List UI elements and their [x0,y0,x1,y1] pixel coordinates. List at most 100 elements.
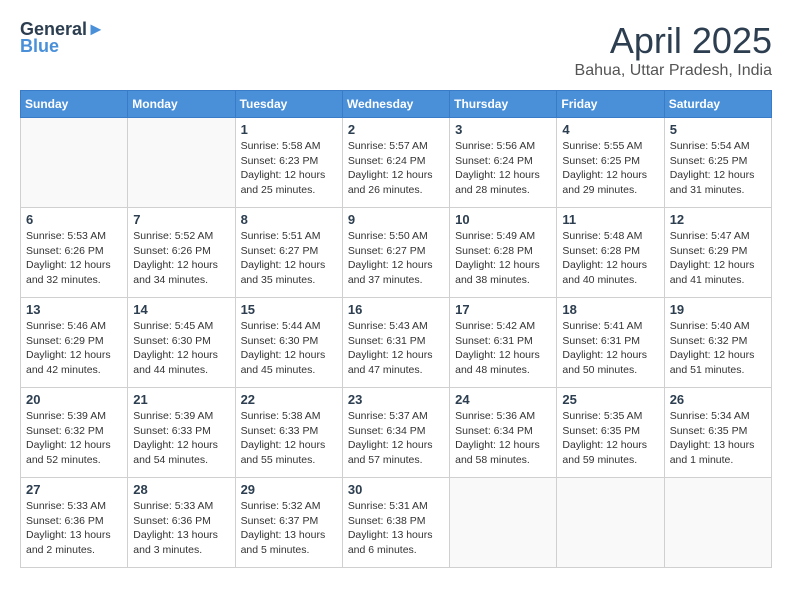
day-number: 14 [133,302,229,317]
day-cell: 30 Sunrise: 5:31 AM Sunset: 6:38 PM Dayli… [342,478,449,568]
day-number: 3 [455,122,551,137]
day-info: Sunrise: 5:49 AM Sunset: 6:28 PM Dayligh… [455,229,551,288]
day-info: Sunrise: 5:51 AM Sunset: 6:27 PM Dayligh… [241,229,337,288]
day-cell [128,118,235,208]
day-number: 1 [241,122,337,137]
day-cell: 19 Sunrise: 5:40 AM Sunset: 6:32 PM Dayli… [664,298,771,388]
day-number: 13 [26,302,122,317]
day-info: Sunrise: 5:40 AM Sunset: 6:32 PM Dayligh… [670,319,766,378]
day-cell: 8 Sunrise: 5:51 AM Sunset: 6:27 PM Daylig… [235,208,342,298]
day-info: Sunrise: 5:36 AM Sunset: 6:34 PM Dayligh… [455,409,551,468]
header-cell-sunday: Sunday [21,91,128,118]
day-cell: 4Sunrise: 5:55 AM Sunset: 6:25 PM Daylig… [557,118,664,208]
header-row: SundayMondayTuesdayWednesdayThursdayFrid… [21,91,772,118]
day-cell: 7Sunrise: 5:52 AM Sunset: 6:26 PM Daylig… [128,208,235,298]
day-cell [664,478,771,568]
week-row-3: 13 Sunrise: 5:46 AM Sunset: 6:29 PM Dayli… [21,298,772,388]
day-cell: 13 Sunrise: 5:46 AM Sunset: 6:29 PM Dayli… [21,298,128,388]
day-cell: 23 Sunrise: 5:37 AM Sunset: 6:34 PM Dayli… [342,388,449,478]
day-info: Sunrise: 5:41 AM Sunset: 6:31 PM Dayligh… [562,319,658,378]
day-cell: 11 Sunrise: 5:48 AM Sunset: 6:28 PM Dayli… [557,208,664,298]
day-number: 7 [133,212,229,227]
day-cell: 27Sunrise: 5:33 AM Sunset: 6:36 PM Dayli… [21,478,128,568]
header-cell-thursday: Thursday [450,91,557,118]
day-cell: 21 Sunrise: 5:39 AM Sunset: 6:33 PM Dayli… [128,388,235,478]
day-number: 18 [562,302,658,317]
day-info: Sunrise: 5:39 AM Sunset: 6:33 PM Dayligh… [133,409,229,468]
day-info: Sunrise: 5:43 AM Sunset: 6:31 PM Dayligh… [348,319,444,378]
day-cell: 5 Sunrise: 5:54 AM Sunset: 6:25 PM Daylig… [664,118,771,208]
day-info: Sunrise: 5:53 AM Sunset: 6:26 PM Dayligh… [26,229,122,288]
title-block: April 2025 Bahua, Uttar Pradesh, India [575,20,772,80]
day-number: 11 [562,212,658,227]
day-number: 20 [26,392,122,407]
day-number: 28 [133,482,229,497]
day-number: 4 [562,122,658,137]
day-cell: 2 Sunrise: 5:57 AM Sunset: 6:24 PM Daylig… [342,118,449,208]
calendar-header: SundayMondayTuesdayWednesdayThursdayFrid… [21,91,772,118]
header-cell-tuesday: Tuesday [235,91,342,118]
day-cell [557,478,664,568]
header-cell-saturday: Saturday [664,91,771,118]
day-number: 30 [348,482,444,497]
day-info: Sunrise: 5:47 AM Sunset: 6:29 PM Dayligh… [670,229,766,288]
day-cell: 28Sunrise: 5:33 AM Sunset: 6:36 PM Dayli… [128,478,235,568]
page-header: General► Blue April 2025 Bahua, Uttar Pr… [20,20,772,80]
day-info: Sunrise: 5:48 AM Sunset: 6:28 PM Dayligh… [562,229,658,288]
day-cell: 15 Sunrise: 5:44 AM Sunset: 6:30 PM Dayli… [235,298,342,388]
day-info: Sunrise: 5:44 AM Sunset: 6:30 PM Dayligh… [241,319,337,378]
calendar-title: April 2025 [575,20,772,62]
day-cell: 26 Sunrise: 5:34 AM Sunset: 6:35 PM Dayli… [664,388,771,478]
day-info: Sunrise: 5:35 AM Sunset: 6:35 PM Dayligh… [562,409,658,468]
day-number: 2 [348,122,444,137]
day-cell: 12Sunrise: 5:47 AM Sunset: 6:29 PM Dayli… [664,208,771,298]
calendar-body: 1 Sunrise: 5:58 AM Sunset: 6:23 PM Daylig… [21,118,772,568]
day-cell: 14 Sunrise: 5:45 AM Sunset: 6:30 PM Dayli… [128,298,235,388]
day-cell [21,118,128,208]
calendar-table: SundayMondayTuesdayWednesdayThursdayFrid… [20,90,772,568]
day-number: 16 [348,302,444,317]
day-number: 19 [670,302,766,317]
day-cell: 20 Sunrise: 5:39 AM Sunset: 6:32 PM Dayli… [21,388,128,478]
day-info: Sunrise: 5:38 AM Sunset: 6:33 PM Dayligh… [241,409,337,468]
day-number: 23 [348,392,444,407]
day-cell: 10 Sunrise: 5:49 AM Sunset: 6:28 PM Dayli… [450,208,557,298]
day-info: Sunrise: 5:34 AM Sunset: 6:35 PM Dayligh… [670,409,766,468]
day-number: 21 [133,392,229,407]
day-number: 27 [26,482,122,497]
day-number: 10 [455,212,551,227]
day-cell: 29Sunrise: 5:32 AM Sunset: 6:37 PM Dayli… [235,478,342,568]
week-row-5: 27Sunrise: 5:33 AM Sunset: 6:36 PM Dayli… [21,478,772,568]
day-info: Sunrise: 5:45 AM Sunset: 6:30 PM Dayligh… [133,319,229,378]
day-info: Sunrise: 5:32 AM Sunset: 6:37 PM Dayligh… [241,499,337,558]
day-number: 22 [241,392,337,407]
day-cell: 25 Sunrise: 5:35 AM Sunset: 6:35 PM Dayli… [557,388,664,478]
day-info: Sunrise: 5:42 AM Sunset: 6:31 PM Dayligh… [455,319,551,378]
day-info: Sunrise: 5:58 AM Sunset: 6:23 PM Dayligh… [241,139,337,198]
day-cell: 24 Sunrise: 5:36 AM Sunset: 6:34 PM Dayli… [450,388,557,478]
day-number: 15 [241,302,337,317]
header-cell-friday: Friday [557,91,664,118]
day-number: 8 [241,212,337,227]
day-info: Sunrise: 5:46 AM Sunset: 6:29 PM Dayligh… [26,319,122,378]
week-row-2: 6 Sunrise: 5:53 AM Sunset: 6:26 PM Daylig… [21,208,772,298]
day-number: 24 [455,392,551,407]
day-info: Sunrise: 5:31 AM Sunset: 6:38 PM Dayligh… [348,499,444,558]
day-cell: 3 Sunrise: 5:56 AM Sunset: 6:24 PM Daylig… [450,118,557,208]
day-number: 9 [348,212,444,227]
day-info: Sunrise: 5:54 AM Sunset: 6:25 PM Dayligh… [670,139,766,198]
day-number: 25 [562,392,658,407]
day-cell: 1 Sunrise: 5:58 AM Sunset: 6:23 PM Daylig… [235,118,342,208]
day-info: Sunrise: 5:56 AM Sunset: 6:24 PM Dayligh… [455,139,551,198]
day-cell: 17Sunrise: 5:42 AM Sunset: 6:31 PM Dayli… [450,298,557,388]
day-info: Sunrise: 5:39 AM Sunset: 6:32 PM Dayligh… [26,409,122,468]
day-info: Sunrise: 5:57 AM Sunset: 6:24 PM Dayligh… [348,139,444,198]
day-number: 6 [26,212,122,227]
day-info: Sunrise: 5:37 AM Sunset: 6:34 PM Dayligh… [348,409,444,468]
day-number: 26 [670,392,766,407]
week-row-1: 1 Sunrise: 5:58 AM Sunset: 6:23 PM Daylig… [21,118,772,208]
header-cell-wednesday: Wednesday [342,91,449,118]
day-info: Sunrise: 5:50 AM Sunset: 6:27 PM Dayligh… [348,229,444,288]
week-row-4: 20 Sunrise: 5:39 AM Sunset: 6:32 PM Dayli… [21,388,772,478]
day-number: 5 [670,122,766,137]
